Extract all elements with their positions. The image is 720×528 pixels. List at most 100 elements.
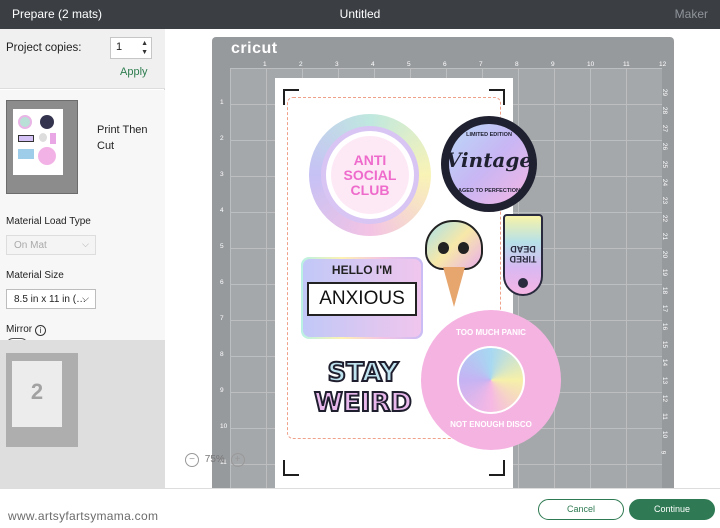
ruler-top-tick: 5 xyxy=(407,61,411,68)
ruler-top-tick: 3 xyxy=(335,61,339,68)
mirror-row: Mirror i xyxy=(6,324,47,336)
ruler-left-tick: 10 xyxy=(220,423,228,430)
ruler-top-tick: 9 xyxy=(551,61,555,68)
dead-text: DEAD xyxy=(510,244,536,254)
printable-sheet[interactable]: ANTI SOCIAL CLUB LIMITED EDITION Vintage… xyxy=(275,78,561,496)
cricut-logo: cricut xyxy=(231,40,278,57)
ruler-top-tick: 1 xyxy=(263,61,267,68)
ruler-right-tick: 11 xyxy=(660,413,668,420)
anxious-text: ANXIOUS xyxy=(307,282,417,316)
ruler-right-tick: 21 xyxy=(661,232,669,241)
anti-line-1: ANTI xyxy=(353,152,387,168)
ruler-right-tick: 12 xyxy=(661,394,669,403)
ruler-right-tick: 23 xyxy=(661,196,669,205)
zoom-level: 75% xyxy=(204,454,225,465)
project-title: Untitled xyxy=(339,7,381,21)
material-load-type-label: Material Load Type xyxy=(6,216,91,227)
mat-1-type: Print Then Cut xyxy=(97,124,148,152)
registration-mark xyxy=(489,89,505,105)
material-size-select[interactable]: 8.5 in x 11 in (… ⌵ xyxy=(6,289,96,309)
sticker-skull-icecream[interactable] xyxy=(425,220,483,310)
ruler-right-tick: 29 xyxy=(661,88,669,97)
ruler-left-tick: 3 xyxy=(220,171,224,178)
ruler-left-tick: 8 xyxy=(220,351,224,358)
registration-mark xyxy=(283,460,299,476)
ruler-top-tick: 4 xyxy=(371,61,375,68)
apply-button[interactable]: Apply xyxy=(120,66,148,78)
ruler-top-tick: 7 xyxy=(479,61,483,68)
footer-bar: www.artsyfartsymama.com Cancel Continue xyxy=(0,488,720,528)
ruler-right-tick: 10 xyxy=(661,430,669,439)
ruler-right-tick: 18 xyxy=(661,286,669,295)
ruler-right-tick: 17 xyxy=(661,304,669,313)
sticker-disco[interactable]: TOO MUCH PANIC NOT ENOUGH DISCO xyxy=(421,310,561,450)
sticker-hello-anxious[interactable]: HELLO I'M ANXIOUS xyxy=(301,257,423,339)
ruler-left-tick: 9 xyxy=(220,387,224,394)
ruler-top-tick: 10 xyxy=(587,61,595,68)
material-load-type-select: On Mat ⌵ xyxy=(6,235,96,255)
ruler-top-tick: 2 xyxy=(299,61,303,68)
chevron-down-icon: ⌵ xyxy=(82,239,89,249)
ruler-left-tick: 1 xyxy=(220,99,224,106)
sticker-anti-social-club[interactable]: ANTI SOCIAL CLUB xyxy=(309,114,431,236)
project-copies-section: Project copies: 1 ▲ ▼ Apply xyxy=(0,29,165,89)
tired-text: TIRED xyxy=(509,254,537,264)
disco-top-text: TOO MUCH PANIC xyxy=(456,328,526,337)
registration-mark xyxy=(489,460,505,476)
mat-1-paper xyxy=(13,109,63,175)
project-copies-value: 1 xyxy=(116,41,123,53)
ruler-right-tick: 27 xyxy=(661,124,669,133)
ruler-right-tick: 20 xyxy=(661,250,669,259)
ruler-top-tick: 8 xyxy=(515,61,519,68)
mat-2-thumbnail[interactable]: 2 xyxy=(6,353,78,447)
ruler-left-tick: 7 xyxy=(220,315,224,322)
ruler-top-tick: 11 xyxy=(623,61,630,68)
sticker-vintage[interactable]: LIMITED EDITION Vintage AGED TO PERFECTI… xyxy=(441,116,537,212)
increment-icon[interactable]: ▲ xyxy=(141,40,148,47)
weird-text: WEIRD xyxy=(313,387,413,419)
ruler-right-tick: 19 xyxy=(661,268,669,277)
mat-1-thumbnail[interactable] xyxy=(6,100,78,194)
ruler-left-tick: 4 xyxy=(220,207,224,214)
ruler-top-tick: 12 xyxy=(659,61,667,68)
material-size-value: 8.5 in x 11 in (… xyxy=(14,294,87,305)
stay-text: STAY xyxy=(327,357,400,389)
ruler-right-tick: 24 xyxy=(661,178,669,187)
zoom-control: − 75% + xyxy=(185,453,245,467)
decrement-icon[interactable]: ▼ xyxy=(141,49,148,56)
vintage-bottom-text: AGED TO PERFECTION xyxy=(458,188,520,194)
mat-2-card[interactable]: 2 xyxy=(0,340,165,488)
material-load-type-value: On Mat xyxy=(14,240,47,251)
ruler-top-tick: 6 xyxy=(443,61,447,68)
zoom-in-icon[interactable]: + xyxy=(230,453,245,467)
continue-button[interactable]: Continue xyxy=(629,499,715,520)
sticker-stay-weird[interactable]: STAY WEIRD xyxy=(313,357,413,438)
sticker-tired-dead[interactable]: TIRED DEAD xyxy=(503,214,543,296)
info-icon[interactable]: i xyxy=(35,325,47,336)
mat-1-card[interactable]: Print Then Cut Material Load Type On Mat… xyxy=(0,90,165,352)
cutting-mat: cricut ANTI SOCIAL CLUB LIMITED EDITION … xyxy=(212,37,674,496)
ruler-right-tick: 28 xyxy=(661,106,669,115)
ruler-right-tick: 15 xyxy=(661,340,669,349)
mat-preview-canvas: cricut ANTI SOCIAL CLUB LIMITED EDITION … xyxy=(165,29,720,496)
cancel-button[interactable]: Cancel xyxy=(538,499,624,520)
disco-bottom-text: NOT ENOUGH DISCO xyxy=(450,420,532,429)
mirror-label: Mirror xyxy=(6,324,33,335)
project-copies-input[interactable]: 1 ▲ ▼ xyxy=(110,37,152,59)
vintage-main-text: Vintage xyxy=(445,148,533,172)
top-bar: Prepare (2 mats) Untitled Maker xyxy=(0,0,720,29)
ruler-left-tick: 5 xyxy=(220,243,224,250)
watermark-text: www.artsyfartsymama.com xyxy=(8,509,159,523)
ruler-left-tick: 6 xyxy=(220,279,224,286)
zoom-out-icon[interactable]: − xyxy=(185,453,199,467)
chevron-down-icon: ⌵ xyxy=(82,293,89,303)
material-size-label: Material Size xyxy=(6,270,64,281)
ruler-right-tick: 16 xyxy=(661,322,669,331)
mat-sidebar: Project copies: 1 ▲ ▼ Apply Print Then C… xyxy=(0,29,165,488)
mat-2-number: 2 xyxy=(30,379,44,404)
ruler-right-tick: 25 xyxy=(661,160,669,169)
registration-mark xyxy=(283,89,299,105)
ruler-right-tick: 9 xyxy=(659,450,667,455)
ruler-right-tick: 13 xyxy=(661,376,669,385)
machine-selector[interactable]: Maker xyxy=(675,7,708,21)
